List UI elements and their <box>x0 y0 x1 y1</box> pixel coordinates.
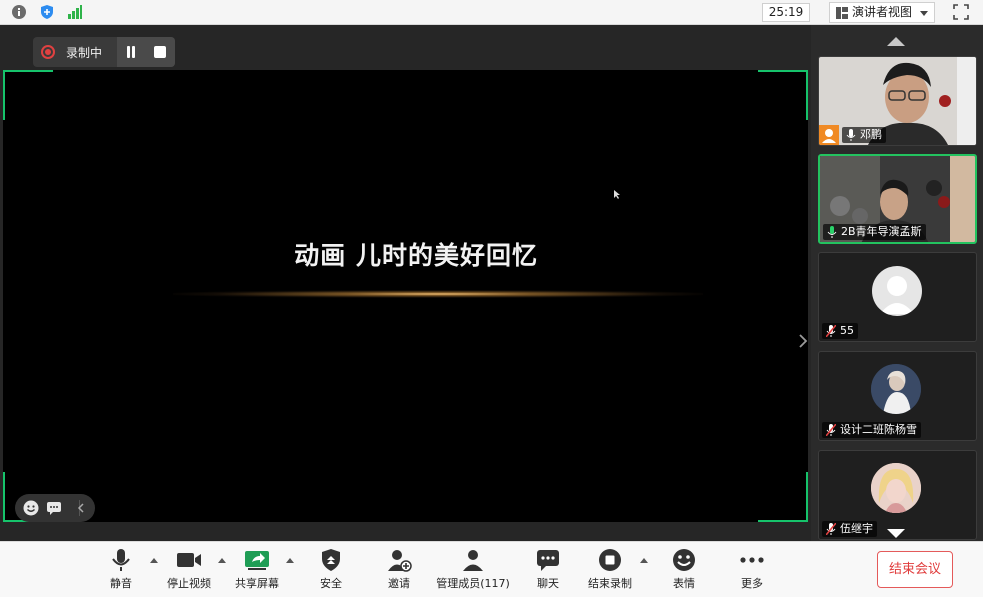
share-options-chevron-up-icon[interactable] <box>286 558 294 563</box>
mic-muted-icon <box>826 325 836 337</box>
record-icon <box>41 45 55 59</box>
mute-button[interactable]: 静音 <box>104 548 138 594</box>
manage-participants-button[interactable]: 管理成员(117) <box>436 548 510 594</box>
participant-tile[interactable]: 邓鹏 <box>818 56 977 146</box>
slide-title: 动画 儿时的美好回忆 <box>294 241 538 270</box>
meeting-timer: 25:19 <box>762 3 810 22</box>
video-camera-icon <box>177 553 201 567</box>
stop-video-button[interactable]: 停止视频 <box>164 548 214 594</box>
more-dots-icon <box>740 557 764 563</box>
meeting-toolbar: 静音 停止视频 共享屏幕 安全 邀请 管理成员(117) 聊天 结束录制 表情 … <box>0 541 983 597</box>
participant-tile-active[interactable]: 2B青年导演孟斯 <box>818 154 977 244</box>
default-avatar-icon <box>880 276 914 314</box>
invite-button[interactable]: 邀请 <box>383 548 415 594</box>
share-frame-corner <box>3 70 53 120</box>
stop-record-icon <box>599 549 621 571</box>
pause-recording-icon[interactable] <box>125 46 137 58</box>
mic-active-icon <box>827 226 837 238</box>
add-user-icon <box>388 550 412 572</box>
slide-glow-line <box>173 290 703 298</box>
end-recording-button[interactable]: 结束录制 <box>586 548 634 594</box>
shared-screen-stage: 录制中 动画 儿时的美好回忆 <box>0 25 811 541</box>
avatar <box>871 463 921 513</box>
profile-photo <box>871 364 921 414</box>
chat-bubble-icon[interactable] <box>46 500 62 516</box>
participant-name-tag: 2B青年导演孟斯 <box>823 224 926 240</box>
avatar <box>872 266 922 316</box>
share-screen-icon <box>245 551 269 570</box>
emoji-icon[interactable] <box>23 500 39 516</box>
mic-icon <box>846 129 856 141</box>
chat-icon <box>537 550 559 571</box>
mic-muted-icon <box>826 424 836 436</box>
recording-status: 录制中 <box>66 46 103 60</box>
recording-bar: 录制中 <box>33 37 175 67</box>
view-label: 演讲者视图 <box>852 5 913 19</box>
participant-tile[interactable]: 伍继宇 <box>818 450 977 540</box>
video-options-chevron-up-icon[interactable] <box>218 558 226 563</box>
speaker-view-dropdown[interactable]: 演讲者视图 <box>829 2 935 23</box>
participant-name-tag: 伍继宇 <box>822 521 877 537</box>
end-meeting-button[interactable]: 结束会议 <box>877 551 953 588</box>
signal-icon[interactable] <box>67 4 83 20</box>
chat-button[interactable]: 聊天 <box>532 548 564 594</box>
participant-tile[interactable]: 设计二班陈杨雪 <box>818 351 977 441</box>
profile-photo <box>871 463 921 513</box>
reaction-bar <box>15 494 95 522</box>
scroll-down-icon[interactable] <box>887 529 905 538</box>
recording-options-chevron-up-icon[interactable] <box>640 558 648 563</box>
meeting-window: 25:19 演讲者视图 录制中 动画 儿时的美好回忆 邓鹏 2B青年导演孟斯 5… <box>0 0 983 597</box>
chevron-left-icon[interactable] <box>76 500 86 516</box>
participants-icon <box>463 550 483 571</box>
mouse-cursor-icon <box>614 190 620 199</box>
avatar-icon <box>819 125 839 145</box>
participant-name-tag: 设计二班陈杨雪 <box>822 422 921 438</box>
scroll-up-icon[interactable] <box>887 37 905 46</box>
more-button[interactable]: 更多 <box>736 548 768 594</box>
mic-muted-icon <box>826 523 836 535</box>
chevron-right-icon[interactable] <box>798 333 808 349</box>
security-shield-icon <box>322 549 340 571</box>
share-frame-corner <box>758 472 808 522</box>
share-frame-corner <box>758 70 808 120</box>
info-icon[interactable] <box>11 4 27 20</box>
recording-controls <box>117 37 175 67</box>
avatar <box>871 364 921 414</box>
participant-name-tag: 55 <box>822 323 858 339</box>
chevron-down-icon <box>920 11 928 16</box>
grid-icon <box>836 7 848 19</box>
fullscreen-icon[interactable] <box>953 4 969 20</box>
reactions-button[interactable]: 表情 <box>668 548 700 594</box>
security-button[interactable]: 安全 <box>315 548 347 594</box>
stop-recording-icon[interactable] <box>154 46 166 58</box>
participant-name-tag: 邓鹏 <box>842 127 886 143</box>
microphone-icon <box>112 549 130 571</box>
shield-icon[interactable] <box>39 4 55 20</box>
participant-gallery: 邓鹏 2B青年导演孟斯 55 设计二班陈杨雪 伍继宇 <box>811 25 983 541</box>
participant-tile[interactable]: 55 <box>818 252 977 342</box>
shared-slide: 动画 儿时的美好回忆 <box>3 70 808 522</box>
mute-options-chevron-up-icon[interactable] <box>150 558 158 563</box>
smiley-icon <box>673 549 695 571</box>
share-screen-button[interactable]: 共享屏幕 <box>232 548 282 594</box>
top-bar: 25:19 演讲者视图 <box>0 0 983 25</box>
